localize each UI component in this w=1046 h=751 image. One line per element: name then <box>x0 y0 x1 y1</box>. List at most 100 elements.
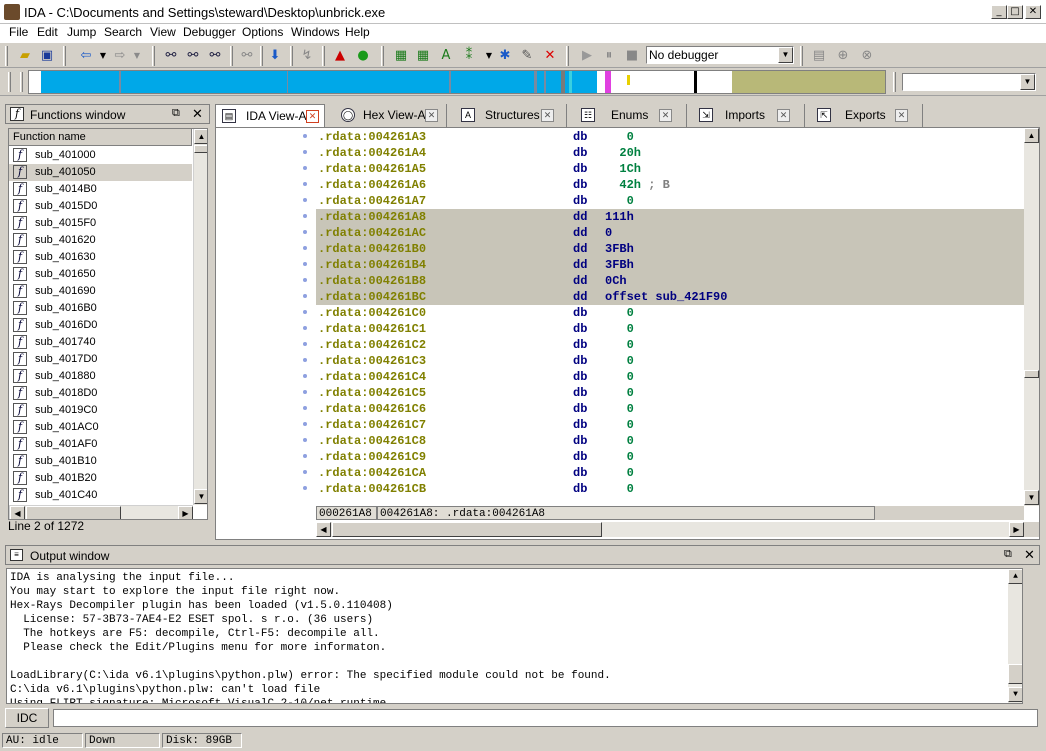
close-button[interactable]: ✕ <box>1025 5 1041 19</box>
function-list-item[interactable]: f sub_401AF0 <box>9 436 192 453</box>
breakpoint-marker-icon[interactable] <box>303 422 307 426</box>
breakpoint-marker-icon[interactable] <box>303 438 307 442</box>
function-list-item[interactable]: f sub_401B10 <box>9 453 192 470</box>
make-data-icon[interactable]: ▦ <box>414 47 432 65</box>
run-analysis-icon[interactable]: ● <box>354 47 372 65</box>
function-list-item[interactable]: f sub_401000 <box>9 147 192 164</box>
breakpoint-marker-icon[interactable] <box>303 374 307 378</box>
toolbar-grip[interactable] <box>893 72 896 92</box>
navigation-combo[interactable]: ▼ <box>902 73 1036 91</box>
disasm-line[interactable]: .rdata:004261B4 dd 3FBh <box>316 257 1024 273</box>
debug-start-icon[interactable]: ▶ <box>578 47 596 65</box>
tab-structures[interactable]: A Structures ✕ <box>455 104 567 127</box>
scroll-thumb[interactable] <box>332 522 602 537</box>
search-next-icon[interactable]: ⚯ <box>238 47 256 65</box>
breakpoint-marker-icon[interactable] <box>303 214 307 218</box>
disasm-line[interactable]: .rdata:004261C5 db 0 <box>316 385 1024 401</box>
disasm-line[interactable]: .rdata:004261C6 db 0 <box>316 401 1024 417</box>
breakpoint-marker-icon[interactable] <box>303 294 307 298</box>
menu-jump[interactable]: Jump <box>67 25 96 39</box>
disasm-vscroll[interactable]: ▲ ▼ <box>1024 128 1039 506</box>
search-binary-icon[interactable]: ⚯ <box>206 47 224 65</box>
disasm-line[interactable]: .rdata:004261A4 db 20h <box>316 145 1024 161</box>
function-list-item[interactable]: f sub_401050 <box>9 164 192 181</box>
breakpoint-marker-icon[interactable] <box>303 262 307 266</box>
menu-edit[interactable]: Edit <box>37 25 58 39</box>
chevron-down-icon[interactable]: ▼ <box>778 47 793 63</box>
make-string-icon[interactable]: A <box>437 47 455 65</box>
menu-windows[interactable]: Windows <box>291 25 340 39</box>
toolbar-grip[interactable] <box>5 46 8 66</box>
jump-down-icon[interactable]: ⬇ <box>266 47 284 65</box>
breakpoint-marker-icon[interactable] <box>303 150 307 154</box>
breakpoint-marker-icon[interactable] <box>303 486 307 490</box>
breakpoint-marker-icon[interactable] <box>303 358 307 362</box>
function-list-item[interactable]: f sub_401AC0 <box>9 419 192 436</box>
save-icon[interactable]: ▣ <box>38 47 56 65</box>
breakpoint-list-icon[interactable]: ▤ <box>810 47 828 65</box>
disasm-line[interactable]: .rdata:004261A7 db 0 <box>316 193 1024 209</box>
warning-icon[interactable]: ▲ <box>331 47 349 65</box>
function-list-item[interactable]: f sub_401650 <box>9 266 192 283</box>
scroll-thumb[interactable] <box>1024 370 1039 378</box>
functions-vscroll[interactable]: ▲ ▼ <box>193 129 207 505</box>
breakpoint-marker-icon[interactable] <box>303 326 307 330</box>
function-list-item[interactable]: f sub_401630 <box>9 249 192 266</box>
disasm-line[interactable]: .rdata:004261C3 db 0 <box>316 353 1024 369</box>
disasm-line[interactable]: .rdata:004261C4 db 0 <box>316 369 1024 385</box>
scroll-thumb[interactable] <box>194 145 207 153</box>
tab-imports[interactable]: ⇲ Imports ✕ <box>693 104 805 127</box>
debug-pause-icon[interactable]: ⏸ <box>600 47 618 65</box>
menu-view[interactable]: View <box>150 25 176 39</box>
menu-search[interactable]: Search <box>104 25 142 39</box>
disassembly-listing[interactable]: .rdata:004261A3 db 0 .rdata:004261A4 db 20h… <box>316 128 1024 506</box>
breakpoint-marker-icon[interactable] <box>303 134 307 138</box>
close-icon[interactable]: ✕ <box>1024 547 1035 563</box>
menu-options[interactable]: Options <box>242 25 283 39</box>
disasm-line[interactable]: .rdata:004261BC dd offset sub_421F90 <box>316 289 1024 305</box>
output-log[interactable]: ▲ ▼ IDA is analysing the input file... Yo… <box>6 568 1023 704</box>
disasm-line[interactable]: .rdata:004261AC dd 0 <box>316 225 1024 241</box>
tab-exports[interactable]: ⇱ Exports ✕ <box>811 104 923 127</box>
close-icon[interactable]: ✕ <box>895 109 908 122</box>
float-window-icon[interactable]: ⧉ <box>172 107 180 120</box>
breakpoint-marker-icon[interactable] <box>303 182 307 186</box>
toolbar-grip[interactable] <box>20 72 23 92</box>
function-list-item[interactable]: f sub_4018D0 <box>9 385 192 402</box>
delete-breakpoint-icon[interactable]: ⊗ <box>858 47 876 65</box>
function-list-item[interactable]: f sub_4017D0 <box>9 351 192 368</box>
tab-enums[interactable]: ☷ Enums ✕ <box>575 104 687 127</box>
function-list-item[interactable]: f sub_401880 <box>9 368 192 385</box>
disasm-line[interactable]: .rdata:004261A6 db 42h ; B <box>316 177 1024 193</box>
tab-ida-view-a[interactable]: ▤ IDA View-A ✕ <box>215 104 325 127</box>
disasm-line[interactable]: .rdata:004261A5 db 1Ch <box>316 161 1024 177</box>
disasm-line[interactable]: .rdata:004261A8 dd 111h <box>316 209 1024 225</box>
minimize-button[interactable]: _ <box>991 5 1007 19</box>
function-list-item[interactable]: f sub_4015D0 <box>9 198 192 215</box>
disasm-line[interactable]: .rdata:004261C8 db 0 <box>316 433 1024 449</box>
close-icon[interactable]: ✕ <box>541 109 554 122</box>
function-list-item[interactable]: f sub_401C40 <box>9 487 192 504</box>
chevron-down-icon[interactable]: ▼ <box>1020 74 1035 90</box>
function-list-item[interactable]: f sub_401690 <box>9 283 192 300</box>
make-array-icon[interactable]: ⁑ <box>460 47 478 65</box>
delete-icon[interactable]: ✕ <box>541 47 559 65</box>
undefine-icon[interactable]: ✱ <box>496 47 514 65</box>
tab-hex-view-a[interactable]: ◯ Hex View-A ✕ <box>335 104 447 127</box>
disasm-line[interactable]: .rdata:004261B8 dd 0Ch <box>316 273 1024 289</box>
rename-icon[interactable]: ✎ <box>518 47 536 65</box>
disasm-line[interactable]: .rdata:004261B0 dd 3FBh <box>316 241 1024 257</box>
close-icon[interactable]: ✕ <box>659 109 672 122</box>
breakpoint-marker-icon[interactable] <box>303 278 307 282</box>
column-header-function-name[interactable]: Function name <box>9 129 192 146</box>
disasm-line[interactable]: .rdata:004261C7 db 0 <box>316 417 1024 433</box>
function-list-item[interactable]: f sub_401620 <box>9 232 192 249</box>
open-icon[interactable]: ▰ <box>16 47 34 65</box>
command-language-button[interactable]: IDC <box>5 708 49 728</box>
debug-stop-icon[interactable]: ■ <box>623 47 641 65</box>
disasm-line[interactable]: .rdata:004261C0 db 0 <box>316 305 1024 321</box>
graph-icon[interactable]: ↯ <box>298 47 316 65</box>
close-icon[interactable]: ✕ <box>192 106 203 122</box>
disasm-line[interactable]: .rdata:004261C2 db 0 <box>316 337 1024 353</box>
breakpoint-marker-icon[interactable] <box>303 310 307 314</box>
